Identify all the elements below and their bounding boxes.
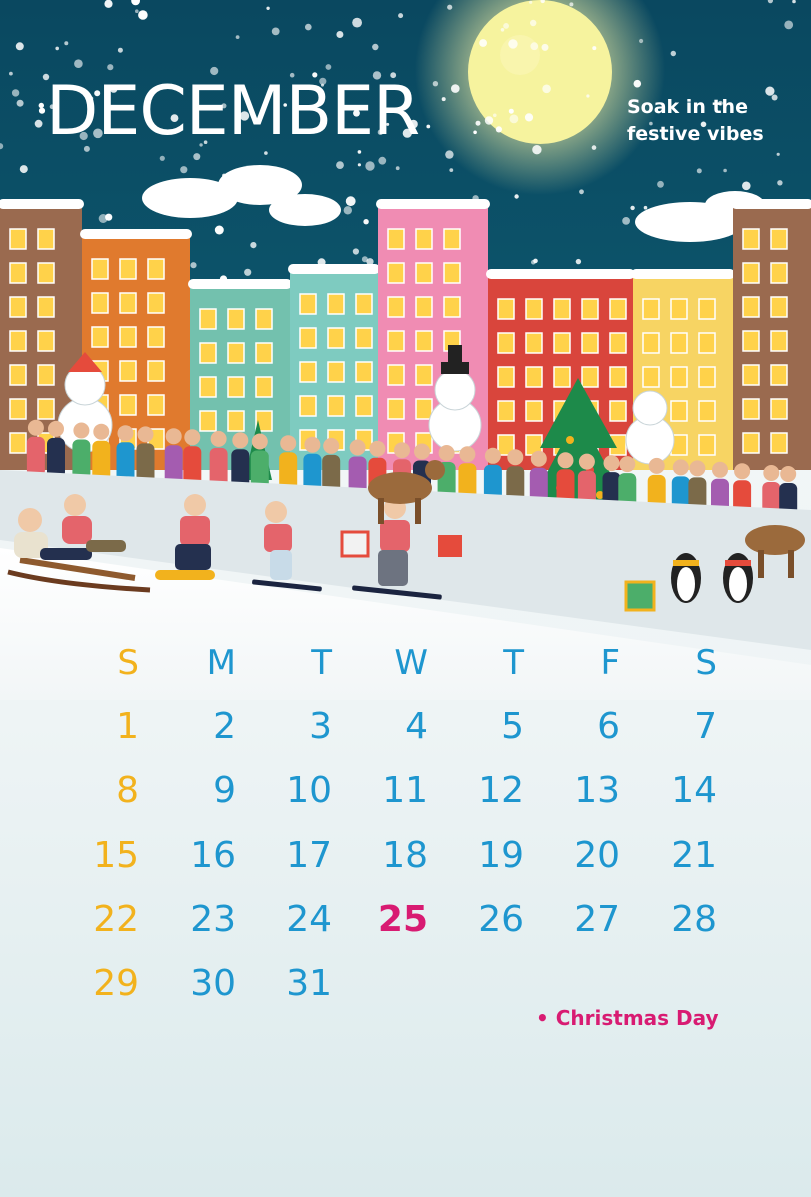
weekday-header: W: [394, 643, 428, 683]
calendar-day: 16: [190, 835, 236, 876]
weekday-header: T: [311, 643, 332, 683]
calendar-day: 28: [671, 899, 717, 940]
calendar-day: 26: [478, 899, 524, 940]
tagline-line-1: Soak in the: [627, 96, 748, 118]
calendar-day: 15: [93, 835, 139, 876]
calendar-day: 13: [574, 770, 620, 811]
weekday-header: S: [117, 643, 139, 683]
calendar-day: 29: [93, 963, 139, 1004]
calendar-day: 21: [671, 835, 717, 876]
calendar-day: 2: [213, 706, 236, 747]
calendar-day: 20: [574, 835, 620, 876]
calendar-day: 8: [116, 770, 139, 811]
weekday-header: S: [695, 643, 717, 683]
calendar-day: 27: [574, 899, 620, 940]
calendar-day: 17: [286, 835, 332, 876]
weekday-header: F: [600, 643, 620, 683]
calendar-day: 24: [286, 899, 332, 940]
calendar-day: 23: [190, 899, 236, 940]
calendar-day: 11: [382, 770, 428, 811]
month-title: DECEMBER: [46, 72, 420, 151]
weekday-header: T: [503, 643, 524, 683]
tagline: Soak in the festive vibes: [627, 94, 797, 148]
calendar-day: 22: [93, 899, 139, 940]
calendar-day: 7: [694, 706, 717, 747]
calendar-day: 9: [213, 770, 236, 811]
tagline-line-2: festive vibes: [627, 123, 764, 145]
holiday-legend: • Christmas Day: [536, 1006, 719, 1030]
calendar-day: 5: [501, 706, 524, 747]
calendar-day: 1: [116, 706, 139, 747]
calendar-day: 12: [478, 770, 524, 811]
calendar-day: 3: [309, 706, 332, 747]
weekday-header: M: [206, 643, 236, 683]
calendar-day: 14: [671, 770, 717, 811]
calendar-day: 4: [405, 706, 428, 747]
calendar-day: 6: [597, 706, 620, 747]
calendar-day-holiday: 25: [377, 899, 428, 940]
calendar-day: 30: [190, 963, 236, 1004]
calendar-day: 31: [286, 963, 332, 1004]
calendar-day: 18: [382, 835, 428, 876]
calendar-page: DECEMBER Soak in the festive vibes S M T W T…: [0, 0, 811, 1197]
calendar-day: 10: [286, 770, 332, 811]
calendar-day: 19: [478, 835, 524, 876]
